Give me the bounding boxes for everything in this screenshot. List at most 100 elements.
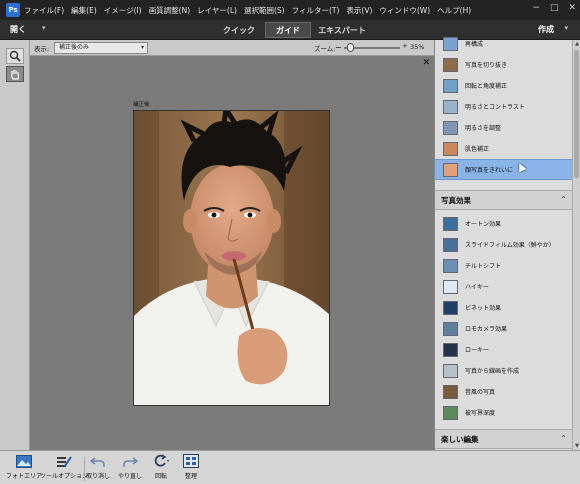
open-caret-icon[interactable]: ▾ xyxy=(42,24,46,32)
tilt-shift-thumb xyxy=(443,258,458,273)
brightness-contrast-thumb xyxy=(443,99,458,114)
guided-item-crop[interactable]: 写真を切り抜き xyxy=(435,54,573,75)
guided-item-recompose[interactable]: 再構成 xyxy=(435,33,573,54)
photo-bin-button[interactable]: フォトエリア xyxy=(6,453,42,483)
magnifier-icon xyxy=(9,50,21,62)
undo-icon xyxy=(89,453,107,469)
hand-tool[interactable] xyxy=(6,66,24,82)
tab-guided[interactable]: ガイド xyxy=(265,22,311,38)
organize-icon xyxy=(182,453,200,469)
close-icon[interactable]: ✕ xyxy=(422,58,430,68)
guided-item-rotate[interactable]: 回転と角度補正 xyxy=(435,75,573,96)
menu-view[interactable]: 表示(V) xyxy=(346,5,372,16)
maximize-button[interactable]: □ xyxy=(550,3,559,13)
menu-help[interactable]: ヘルプ(H) xyxy=(437,5,471,16)
toolbox xyxy=(0,40,30,450)
app-icon: Ps xyxy=(6,3,20,17)
zoom-out-icon[interactable] xyxy=(336,47,341,48)
menu-image[interactable]: イメージ(I) xyxy=(104,5,142,16)
effect-item-high-key[interactable]: ハイキー xyxy=(435,276,573,297)
effect-item-label: チルトシフト xyxy=(465,263,502,270)
high-key-thumb xyxy=(443,279,458,294)
portrait-image xyxy=(134,111,329,405)
effect-item-old-fashioned[interactable]: 昔風の写真 xyxy=(435,381,573,402)
guided-item-label: 回転と角度補正 xyxy=(465,83,508,90)
effect-item-label: スライドフィルム効果（鮮やか） xyxy=(465,242,555,249)
create-caret-icon[interactable]: ▾ xyxy=(564,24,568,32)
menu-layer[interactable]: レイヤー(L) xyxy=(197,5,237,16)
effect-item-vignette[interactable]: ビネット効果 xyxy=(435,297,573,318)
slide-film-thumb xyxy=(443,237,458,252)
guided-item-perfect-portrait[interactable]: 顔写真をきれいに xyxy=(435,159,573,180)
scroll-down-icon[interactable]: ▼ xyxy=(575,443,579,449)
guided-item-skin-tone[interactable]: 肌色補正 xyxy=(435,138,573,159)
vignette-thumb xyxy=(443,300,458,315)
crop-thumb xyxy=(443,57,458,72)
effect-item-label: ビネット効果 xyxy=(465,305,502,312)
close-window-button[interactable]: ✕ xyxy=(568,3,576,13)
redo-icon xyxy=(121,453,139,469)
bottom-taskbar: フォトエリア ツールオプション 取り消し やり直し 回転 整理 xyxy=(0,450,580,484)
tab-quick[interactable]: クイック xyxy=(213,22,265,38)
guided-item-label: 再構成 xyxy=(465,41,484,48)
perfect-portrait-thumb xyxy=(443,162,458,177)
effect-item-label: オートン効果 xyxy=(465,221,502,228)
guided-item-levels[interactable]: 明るさを調整 xyxy=(435,117,573,138)
menu-edit[interactable]: 編集(E) xyxy=(71,5,97,16)
redo-button[interactable]: やり直し xyxy=(118,453,142,483)
effect-item-label: ハイキー xyxy=(465,284,489,291)
menu-enhance[interactable]: 画質調整(N) xyxy=(149,5,190,16)
lomo-thumb xyxy=(443,321,458,336)
guided-item-brightness-contrast[interactable]: 明るさとコントラスト xyxy=(435,96,573,117)
section-photo-effects[interactable]: 写真効果 ⌃ xyxy=(435,190,573,210)
view-select[interactable]: 補正後のみ ▾ xyxy=(54,42,148,54)
section-fun-edits[interactable]: 楽しい編集 ⌃ xyxy=(435,429,573,449)
scroll-up-icon[interactable]: ▲ xyxy=(575,41,579,47)
minimize-button[interactable]: − xyxy=(532,3,540,13)
view-label: 表示: xyxy=(34,45,50,53)
menu-file[interactable]: ファイル(F) xyxy=(24,5,64,16)
effect-item-lomo[interactable]: ロモカメラ効果 xyxy=(435,318,573,339)
chevron-up-icon[interactable]: ⌃ xyxy=(560,434,567,443)
menu-bar: Ps ファイル(F) 編集(E) イメージ(I) 画質調整(N) レイヤー(L)… xyxy=(0,0,580,20)
line-drawing-thumb xyxy=(443,363,458,378)
effect-item-label: 写真から線画を作成 xyxy=(465,368,520,375)
open-button[interactable]: 開く xyxy=(10,24,26,35)
tab-expert[interactable]: エキスパート xyxy=(311,22,373,38)
tool-options-icon xyxy=(55,453,73,469)
levels-thumb xyxy=(443,120,458,135)
rotate-thumb xyxy=(443,78,458,93)
chevron-up-icon[interactable]: ⌃ xyxy=(560,195,567,204)
menu-window[interactable]: ウィンドウ(W) xyxy=(379,5,430,16)
guided-item-label: 明るさを調整 xyxy=(465,125,502,132)
view-select-value: 補正後のみ xyxy=(59,44,90,51)
effect-item-label: 昔風の写真 xyxy=(465,389,496,396)
zoom-label: ズーム: xyxy=(314,45,336,53)
tool-options-button[interactable]: ツールオプション xyxy=(40,453,88,483)
effect-item-tilt-shift[interactable]: チルトシフト xyxy=(435,255,573,276)
effect-item-slide-film[interactable]: スライドフィルム効果（鮮やか） xyxy=(435,234,573,255)
rotate-button[interactable]: 回転 xyxy=(152,453,170,483)
window-controls: − □ ✕ xyxy=(532,3,576,13)
organize-label: 整理 xyxy=(184,473,197,480)
guided-edits-panel: 再構成写真を切り抜き回転と角度補正明るさとコントラスト明るさを調整 肌色補正顔写真… xyxy=(434,36,580,450)
guided-item-label: 肌色補正 xyxy=(465,146,490,153)
canvas-area[interactable]: ✕ 補正後 xyxy=(30,56,434,450)
scroll-thumb[interactable] xyxy=(574,50,579,178)
zoom-slider-thumb[interactable] xyxy=(346,43,354,52)
guided-item-label: 顔写真をきれいに xyxy=(465,167,514,174)
effect-item-depth-of-field[interactable]: 被写界深度 xyxy=(435,402,573,423)
zoom-tool[interactable] xyxy=(6,48,24,64)
zoom-in-icon[interactable]: + xyxy=(402,42,408,50)
photo-bin-label: フォトエリア xyxy=(6,473,43,480)
organize-button[interactable]: 整理 xyxy=(182,453,200,483)
menu-select[interactable]: 選択範囲(S) xyxy=(244,5,285,16)
menu-filter[interactable]: フィルター(T) xyxy=(292,5,340,16)
undo-button[interactable]: 取り消し xyxy=(86,453,110,483)
portrait-photo[interactable] xyxy=(133,110,330,406)
effect-item-label: 被写界深度 xyxy=(465,410,496,417)
effect-item-low-key[interactable]: ローキー xyxy=(435,339,573,360)
panel-scrollbar[interactable]: ▲ ▼ xyxy=(572,40,580,450)
effect-item-orton[interactable]: オートン効果 xyxy=(435,213,573,234)
effect-item-line-drawing[interactable]: 写真から線画を作成 xyxy=(435,360,573,381)
